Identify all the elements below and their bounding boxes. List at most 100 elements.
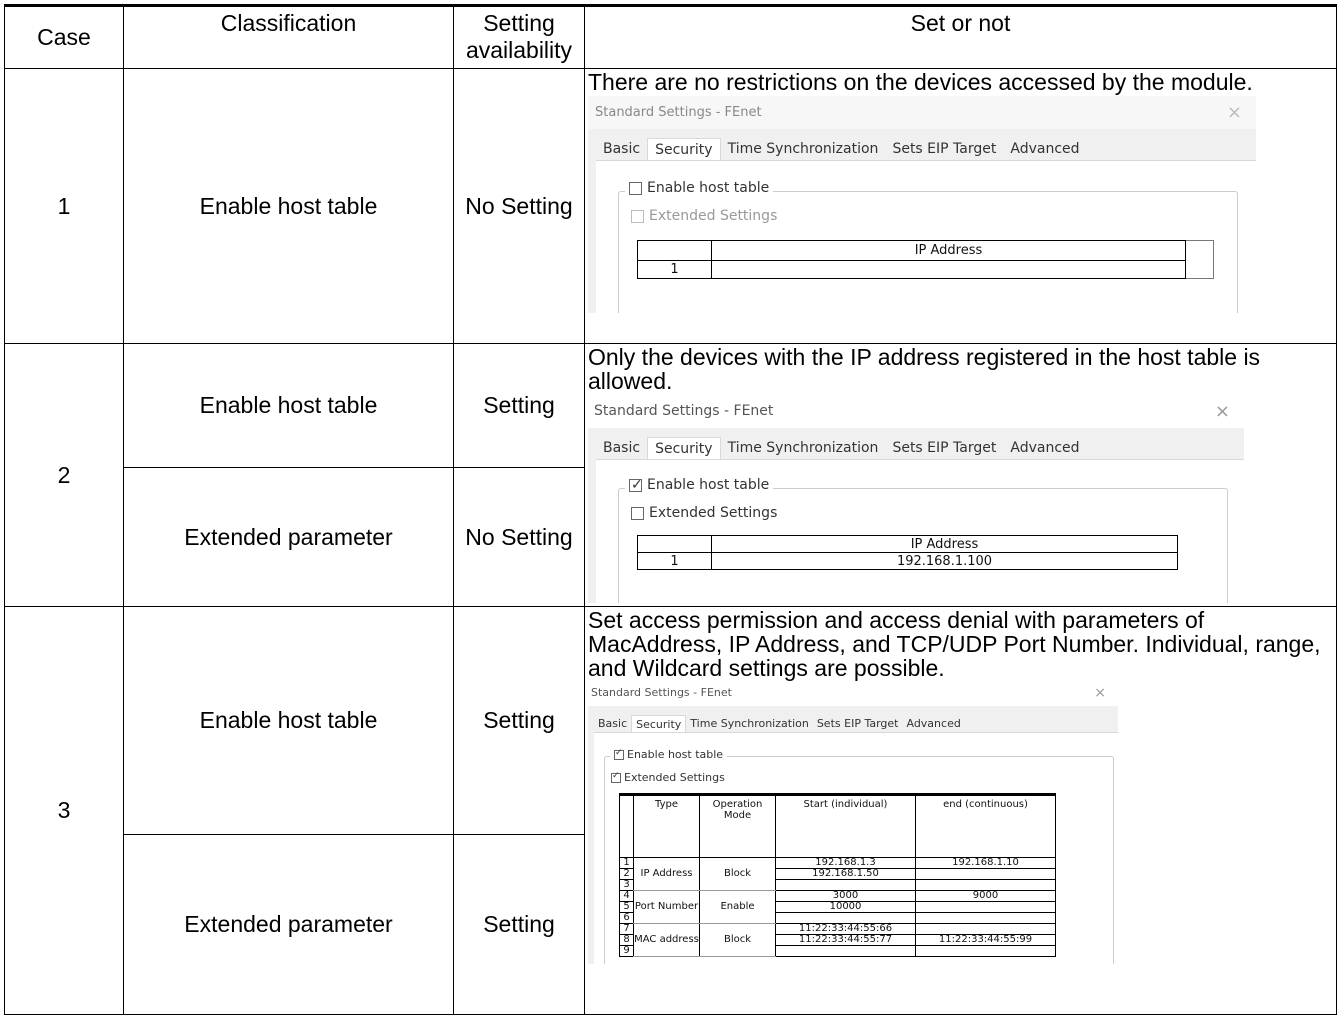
start-cell[interactable]: [775, 879, 916, 891]
tab-advanced[interactable]: Advanced: [1003, 138, 1086, 160]
availability-cell: Setting: [453, 343, 585, 468]
extended-settings-option[interactable]: Extended Settings: [611, 771, 725, 784]
type-cell[interactable]: MAC address: [633, 923, 700, 957]
row-number: 1: [637, 260, 712, 279]
case-description: There are no restrictions on the devices…: [588, 69, 1253, 95]
classification-cell: Extended parameter: [123, 834, 454, 1015]
end-cell[interactable]: 9000: [915, 890, 1056, 902]
row-number: 5: [619, 901, 634, 913]
dialog-tabs: Basic Security Time Synchronization Sets…: [596, 138, 1087, 160]
operation-mode-column-header: Operation Mode: [699, 794, 776, 858]
end-column-header: end (continuous): [915, 794, 1056, 858]
set-or-not-cell: There are no restrictions on the devices…: [584, 68, 1337, 344]
tab-advanced[interactable]: Advanced: [902, 715, 964, 732]
dialog-title-bar: Standard Settings - FEnet ×: [588, 395, 1244, 428]
tab-time-synchronization[interactable]: Time Synchronization: [686, 715, 813, 732]
start-cell[interactable]: 11:22:33:44:55:77: [775, 934, 916, 946]
dialog-tabs: Basic Security Time Synchronization Sets…: [596, 437, 1087, 459]
type-cell[interactable]: Port Number: [633, 890, 700, 924]
extended-settings-option[interactable]: Extended Settings: [631, 505, 777, 521]
tab-basic[interactable]: Basic: [596, 437, 647, 459]
ip-address-column-header: IP Address: [711, 240, 1186, 261]
header-setting-line2: availability: [465, 37, 573, 63]
extended-settings-label: Extended Settings: [624, 771, 725, 784]
enable-host-table-option[interactable]: Enable host table: [625, 180, 774, 196]
extended-settings-checkbox[interactable]: [631, 209, 644, 223]
availability-cell: Setting: [453, 606, 585, 835]
row-number: 1: [619, 857, 634, 869]
classification-cell: Enable host table: [123, 68, 454, 344]
set-or-not-cell: Only the devices with the IP address reg…: [584, 343, 1337, 607]
row-number: 4: [619, 890, 634, 902]
start-cell[interactable]: 192.168.1.3: [775, 857, 916, 869]
header-set-or-not: Set or not: [584, 5, 1337, 69]
end-cell[interactable]: [915, 912, 1056, 924]
enable-host-table-checkbox[interactable]: [614, 748, 624, 760]
start-cell[interactable]: 3000: [775, 890, 916, 902]
close-icon[interactable]: ×: [1215, 395, 1230, 428]
tab-security[interactable]: Security: [647, 437, 721, 459]
extended-settings-checkbox[interactable]: [631, 506, 644, 520]
enable-host-table-checkbox[interactable]: [629, 181, 642, 195]
security-settings-table: Case Classification Setting availability…: [4, 4, 1337, 1015]
start-column-header: Start (individual): [775, 794, 916, 858]
end-cell[interactable]: [915, 879, 1056, 891]
tab-sets-eip-target[interactable]: Sets EIP Target: [885, 437, 1003, 459]
host-table-group: Enable host table Extended Settings: [604, 748, 1114, 964]
end-cell[interactable]: [915, 868, 1056, 880]
start-cell[interactable]: 192.168.1.50: [775, 868, 916, 880]
start-cell[interactable]: 10000: [775, 901, 916, 913]
tab-time-synchronization[interactable]: Time Synchronization: [721, 138, 886, 160]
table-row: 3 Enable host table Setting Set access p…: [4, 606, 1337, 1015]
row-number: 3: [619, 879, 634, 891]
row-number: 7: [619, 923, 634, 935]
end-cell[interactable]: 11:22:33:44:55:99: [915, 934, 1056, 946]
enable-host-table-option[interactable]: Enable host table: [610, 748, 728, 761]
end-cell[interactable]: [915, 901, 1056, 913]
classification-cell: Extended parameter: [123, 467, 454, 607]
start-cell[interactable]: 11:22:33:44:55:66: [775, 923, 916, 935]
classification-cell: Enable host table: [123, 606, 454, 835]
operation-mode-cell[interactable]: Enable: [699, 890, 776, 924]
tab-security[interactable]: Security: [631, 715, 687, 732]
enable-host-table-checkbox[interactable]: [629, 477, 643, 493]
availability-cell: No Setting: [453, 68, 585, 344]
table-header-row: Case Classification Setting availability…: [4, 5, 1337, 69]
tab-basic[interactable]: Basic: [594, 715, 631, 732]
grid-corner: [637, 535, 712, 553]
case-number: 1: [4, 68, 124, 344]
set-or-not-cell: Set access permission and access denial …: [584, 606, 1337, 1015]
tab-page: Enable host table Extended Settings IP A…: [596, 459, 1244, 603]
classification-cell: Enable host table: [123, 343, 454, 468]
dialog-screenshot: Standard Settings - FEnet × Basic Securi…: [588, 96, 1256, 313]
row-number: 9: [619, 945, 634, 957]
enable-host-table-label: Enable host table: [647, 477, 770, 493]
type-cell[interactable]: IP Address: [633, 857, 700, 891]
extended-settings-checkbox[interactable]: [611, 771, 621, 783]
operation-mode-cell[interactable]: Block: [699, 923, 776, 957]
tab-security[interactable]: Security: [647, 138, 721, 160]
tab-basic[interactable]: Basic: [596, 138, 647, 160]
dialog-title: Standard Settings - FEnet: [591, 686, 732, 699]
host-ip-grid: IP Address 1: [637, 240, 1214, 279]
end-cell[interactable]: [915, 923, 1056, 935]
ip-address-cell[interactable]: 192.168.1.100: [711, 552, 1178, 570]
ip-address-cell[interactable]: [711, 260, 1186, 279]
start-cell[interactable]: [775, 945, 916, 957]
case-description: Set access permission and access denial …: [588, 607, 1321, 681]
close-icon[interactable]: ×: [1227, 96, 1242, 129]
tab-sets-eip-target[interactable]: Sets EIP Target: [885, 138, 1003, 160]
tab-advanced[interactable]: Advanced: [1003, 437, 1086, 459]
close-icon[interactable]: ×: [1094, 682, 1106, 704]
enable-host-table-option[interactable]: Enable host table: [625, 477, 774, 493]
row-number: 1: [637, 552, 712, 570]
start-cell[interactable]: [775, 912, 916, 924]
tab-sets-eip-target[interactable]: Sets EIP Target: [813, 715, 903, 732]
extended-settings-option[interactable]: Extended Settings: [631, 208, 777, 224]
end-cell[interactable]: 192.168.1.10: [915, 857, 1056, 869]
end-cell[interactable]: [915, 945, 1056, 957]
operation-mode-cell[interactable]: Block: [699, 857, 776, 891]
extended-settings-grid: Type Operation Mode Start (individual) e…: [619, 793, 1056, 957]
availability-cell: Setting: [453, 834, 585, 1015]
tab-time-synchronization[interactable]: Time Synchronization: [721, 437, 886, 459]
